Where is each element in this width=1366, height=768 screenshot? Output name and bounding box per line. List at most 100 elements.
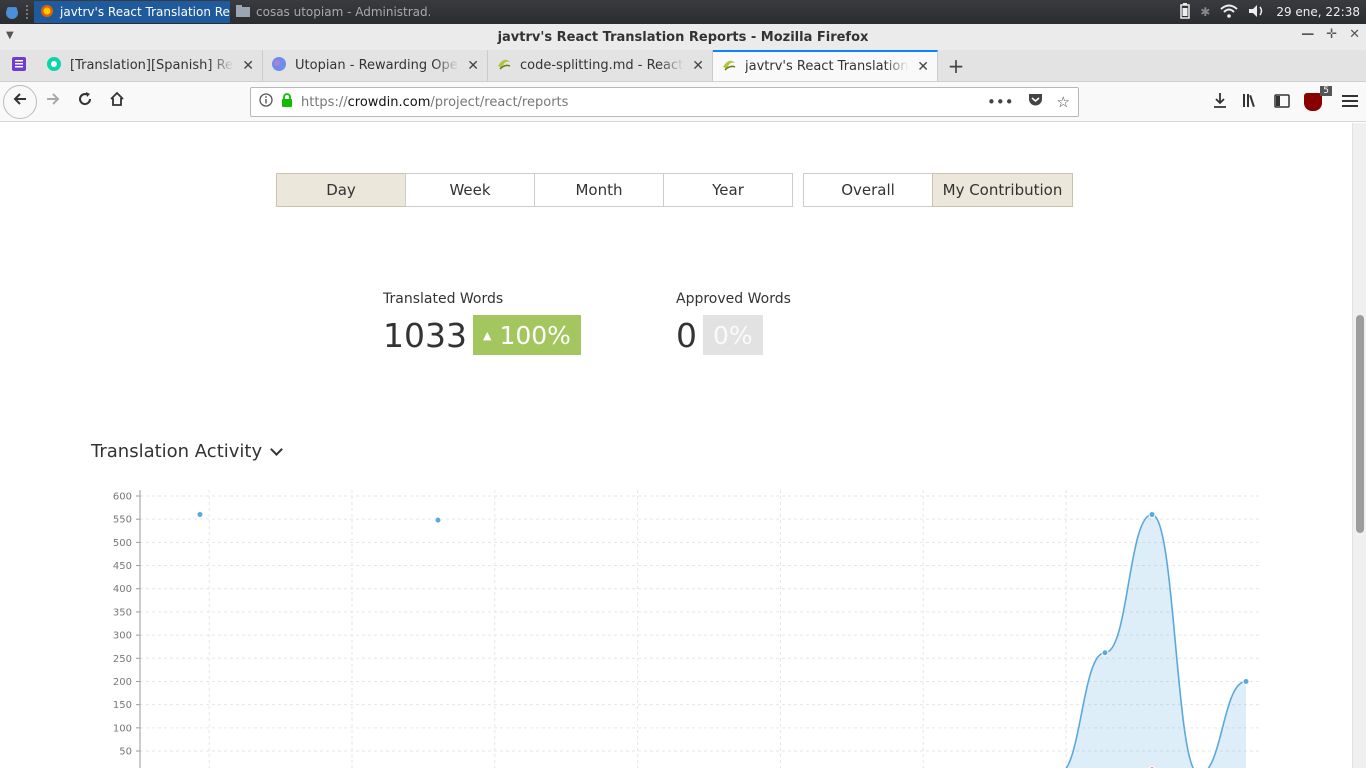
period-week-button[interactable]: Week [405, 173, 535, 207]
y-tick-label: 550 [113, 515, 132, 526]
translated-change-badge: ▲ 100% [472, 315, 581, 355]
translated-change-value: 100% [499, 320, 571, 350]
tab-steemit[interactable]: [Translation][Spanish] React ( ✕ [38, 50, 263, 81]
page-scrollbar[interactable] [1352, 123, 1366, 768]
bluetooth-icon[interactable]: ✱ [1200, 5, 1210, 19]
tab-utopian[interactable]: Utopian - Rewarding Open So ✕ [263, 50, 488, 81]
y-tick-label: 300 [113, 631, 132, 642]
hamburger-menu-icon[interactable] [1342, 93, 1358, 112]
taskbar-task-firefox[interactable]: javtrv's React Translation Re... [34, 1, 230, 23]
url-bar[interactable]: https://crowdin.com/project/react/report… [250, 87, 1079, 117]
info-icon[interactable] [259, 93, 273, 111]
bookmark-star-icon[interactable]: ☆ [1057, 93, 1070, 111]
window-controls: — ✛ ✕ [1301, 27, 1360, 42]
period-month-button[interactable]: Month [534, 173, 664, 207]
volume-icon[interactable] [1248, 4, 1266, 21]
approved-words-stat: Approved Words 0 0% [676, 291, 791, 355]
arrow-left-icon [12, 91, 28, 112]
library-icon[interactable] [1242, 92, 1260, 112]
arrow-up-icon: ▲ [482, 328, 492, 342]
minimize-icon[interactable]: — [1301, 27, 1314, 42]
sidebar-icon[interactable] [1274, 93, 1290, 112]
approved-words-label: Approved Words [676, 291, 791, 307]
window-titlebar: ▼ javtrv's React Translation Reports - M… [0, 24, 1366, 50]
y-tick-label: 450 [113, 561, 132, 572]
download-icon[interactable] [1212, 92, 1228, 112]
y-tick-label: 150 [113, 700, 132, 711]
data-point-translated [1242, 677, 1250, 685]
y-tick-label: 200 [113, 677, 132, 688]
url-host: crowdin.com [347, 94, 431, 110]
period-year-button[interactable]: Year [663, 173, 793, 207]
sidebar-tabs-icon [11, 56, 27, 76]
y-tick-label: 100 [113, 723, 132, 734]
ublock-badge: 5 [1320, 86, 1332, 96]
close-tab-icon[interactable]: ✕ [242, 58, 254, 74]
home-button[interactable] [101, 86, 133, 118]
tab-strip: [Translation][Spanish] React ( ✕ Utopian… [0, 50, 1366, 82]
translated-words-label: Translated Words [383, 291, 504, 307]
firefox-icon [40, 4, 54, 21]
url-text[interactable]: https://crowdin.com/project/react/report… [301, 95, 979, 110]
translation-activity-header[interactable]: Translation Activity [91, 441, 283, 462]
scope-overall-button[interactable]: Overall [803, 173, 933, 207]
back-button[interactable] [3, 84, 37, 119]
ublock-icon[interactable]: 5 [1304, 86, 1332, 111]
data-point-translated [1101, 649, 1109, 657]
xfce-menu-icon[interactable] [0, 0, 24, 24]
scope-my-contribution-button[interactable]: My Contribution [932, 173, 1073, 207]
scrollbar-thumb[interactable] [1356, 315, 1364, 533]
approved-change-badge: 0% [703, 315, 763, 355]
approved-words-value: 0 [676, 315, 697, 355]
period-day-button[interactable]: Day [276, 173, 406, 207]
y-tick-label: 350 [113, 607, 132, 618]
nav-right-tools: 5 [1212, 86, 1358, 118]
tab-label: Utopian - Rewarding Open So [295, 58, 459, 73]
y-tick-label: 600 [113, 492, 132, 503]
lock-icon[interactable] [281, 93, 293, 111]
nav-toolbar: https://crowdin.com/project/react/report… [0, 82, 1366, 122]
series-area-translated [1066, 514, 1246, 768]
crowdin-icon [496, 56, 512, 76]
folder-icon [236, 4, 250, 20]
forward-button[interactable] [37, 86, 69, 118]
tab-translation-reports[interactable]: javtrv's React Translation Rep ✕ [713, 50, 938, 81]
tab-overflow-button[interactable] [0, 50, 38, 81]
period-button-group: Day Week Month Year [276, 173, 793, 207]
taskbar-task-file-manager[interactable]: cosas utopiam - Administrad... [230, 1, 430, 23]
y-tick-label: 250 [113, 654, 132, 665]
taskbar-task-label: javtrv's React Translation Re... [60, 5, 230, 19]
y-tick-label: 400 [113, 584, 132, 595]
chevron-down-icon[interactable] [270, 442, 283, 456]
clock[interactable]: 29 ene, 22:38 [1276, 5, 1360, 19]
os-taskbar: javtrv's React Translation Re... cosas u… [0, 0, 1366, 24]
y-tick-label: 500 [113, 538, 132, 549]
close-tab-icon[interactable]: ✕ [917, 59, 929, 75]
reload-icon [77, 91, 93, 112]
close-tab-icon[interactable]: ✕ [692, 58, 704, 74]
taskbar-grip [26, 5, 32, 19]
pocket-icon[interactable] [1028, 93, 1043, 111]
new-tab-button[interactable]: + [938, 50, 974, 81]
window-menu-icon[interactable]: ▼ [6, 30, 14, 41]
close-window-icon[interactable]: ✕ [1349, 27, 1360, 42]
translated-words-stat: Translated Words 1033 ▲ 100% [383, 291, 581, 355]
battery-icon[interactable] [1180, 2, 1191, 22]
y-tick-label: 50 [119, 747, 132, 758]
tab-code-splitting[interactable]: code-splitting.md - React - Cro ✕ [488, 50, 713, 81]
page-actions-icon[interactable]: ••• [987, 93, 1014, 111]
approved-change-value: 0% [713, 320, 753, 350]
data-point-translated [1148, 511, 1156, 519]
wifi-icon[interactable] [1220, 4, 1238, 21]
url-path: /project/react/reports [430, 94, 569, 110]
window-title: javtrv's React Translation Reports - Moz… [497, 29, 869, 45]
home-icon [109, 91, 125, 112]
close-tab-icon[interactable]: ✕ [467, 58, 479, 74]
translation-activity-chart: 50 100 150 200 250 300 350 400 450 500 550 600 [113, 490, 1260, 768]
reload-button[interactable] [69, 86, 101, 118]
maximize-icon[interactable]: ✛ [1326, 27, 1337, 42]
tab-label: code-splitting.md - React - Cro [520, 58, 684, 73]
steemit-icon [46, 56, 62, 76]
crowdin-icon [721, 57, 737, 77]
url-prefix: https:// [301, 94, 348, 110]
